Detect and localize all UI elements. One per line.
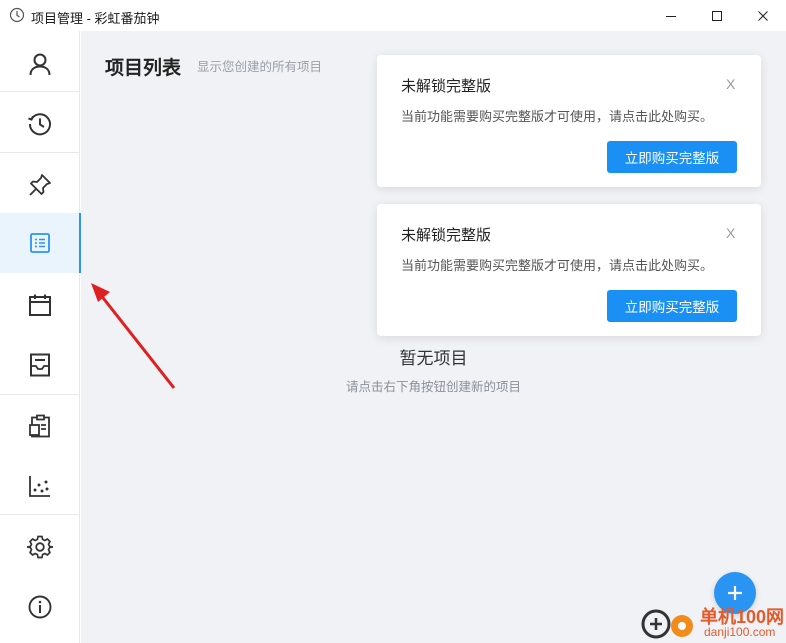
calendar-icon: [29, 294, 51, 316]
notification-close-button[interactable]: X: [726, 225, 735, 241]
upgrade-notification[interactable]: 未解锁完整版 X 当前功能需要购买完整版才可使用，请点击此处购买。 立即购买完整…: [377, 55, 761, 187]
sidebar: [0, 31, 81, 643]
sidebar-item-history[interactable]: [0, 94, 80, 154]
notification-message[interactable]: 当前功能需要购买完整版才可使用，请点击此处购买。: [401, 106, 713, 125]
sidebar-item-pin[interactable]: [0, 155, 80, 215]
sidebar-item-user[interactable]: [0, 34, 80, 94]
archive-icon: [30, 353, 50, 377]
sidebar-item-statistics[interactable]: [0, 456, 80, 516]
sidebar-item-calendar[interactable]: [0, 275, 80, 335]
notification-close-button[interactable]: X: [726, 76, 735, 92]
clipboard-icon: [29, 414, 50, 438]
maximize-button[interactable]: [694, 0, 740, 31]
sidebar-item-archive[interactable]: [0, 335, 80, 395]
maximize-icon: [712, 10, 722, 21]
sidebar-item-settings[interactable]: [0, 517, 80, 577]
notification-message[interactable]: 当前功能需要购买完整版才可使用，请点击此处购买。: [401, 255, 713, 274]
sidebar-divider: [0, 514, 79, 515]
buy-full-version-button[interactable]: 立即购买完整版: [607, 141, 737, 173]
minimize-button[interactable]: [648, 0, 694, 31]
clock-icon: [9, 7, 25, 23]
notification-title: 未解锁完整版: [401, 227, 492, 244]
list-icon: [30, 233, 50, 253]
close-icon: [758, 10, 768, 21]
title-bar: 项目管理 - 彩虹番茄钟: [0, 0, 786, 31]
sidebar-item-projects[interactable]: [0, 213, 81, 273]
pin-icon: [29, 174, 51, 196]
user-icon: [29, 53, 51, 76]
watermark: 单机100网 danji100.com: [638, 602, 786, 643]
plus-icon: [728, 586, 742, 600]
notification-title: 未解锁完整版: [401, 78, 492, 95]
sidebar-item-about[interactable]: [0, 577, 80, 637]
buy-full-version-button[interactable]: 立即购买完整版: [607, 290, 737, 322]
page-title: 项目列表: [105, 58, 182, 79]
gear-icon: [27, 535, 53, 559]
sidebar-item-clipboard[interactable]: [0, 396, 80, 456]
history-clock-icon: [28, 113, 51, 136]
sidebar-divider: [0, 91, 79, 92]
empty-state-title: 暂无项目: [399, 349, 468, 368]
sidebar-divider: [0, 394, 79, 395]
empty-state-hint: 请点击右下角按钮创建新的项目: [345, 380, 521, 394]
close-button[interactable]: [740, 0, 786, 31]
window-title: 项目管理 - 彩虹番茄钟: [31, 11, 160, 26]
info-icon: [28, 595, 52, 619]
page-subtitle: 显示您创建的所有项目: [197, 60, 323, 74]
scatter-chart-icon: [29, 476, 50, 497]
sidebar-divider: [0, 152, 79, 153]
upgrade-notification[interactable]: 未解锁完整版 X 当前功能需要购买完整版才可使用，请点击此处购买。 立即购买完整…: [377, 204, 761, 336]
watermark-url: danji100.com: [704, 625, 776, 639]
minimize-icon: [666, 15, 676, 17]
watermark-logo: [641, 609, 693, 639]
